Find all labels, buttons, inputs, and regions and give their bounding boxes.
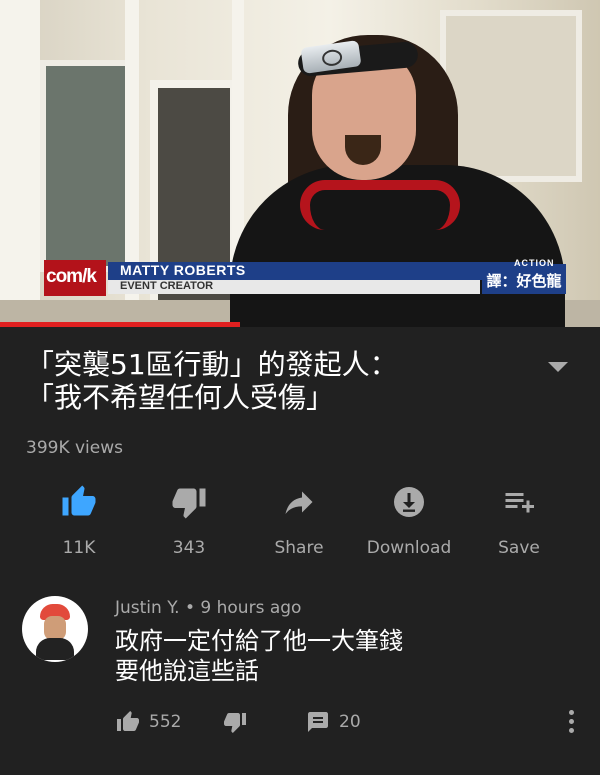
lower-third-brand: ACTION [514,258,555,268]
avatar[interactable] [22,596,88,662]
dislike-button[interactable]: 343 [134,478,244,558]
translator-credit: 譯：好色龍 [482,264,566,294]
thumbs-down-icon [172,488,206,519]
comment-bubble-icon [308,712,328,732]
comment-author[interactable]: Justin Y. [115,598,180,618]
add-to-playlist-icon [505,493,534,513]
window [40,60,132,272]
more-options-icon[interactable] [566,710,576,736]
share-arrow-icon [285,491,313,514]
meta-separator: • [184,598,195,618]
reply-count: 20 [339,712,361,732]
avatar-body [36,638,74,660]
dislike-count: 343 [172,538,206,558]
avatar-face [44,616,66,640]
share-label: Share [274,538,324,558]
download-icon [394,487,424,517]
window [440,10,582,182]
thumbs-up-icon [117,711,139,731]
like-count: 11K [62,538,96,558]
video-player[interactable]: com/k MATTY ROBERTS EVENT CREATOR 譯：好色龍 … [0,0,600,327]
thumbs-down-icon [224,713,246,733]
comment-like-count: 552 [149,712,182,732]
reply-button[interactable]: 20 [305,708,361,736]
comment-time: 9 hours ago [200,598,302,618]
download-button[interactable]: Download [354,478,464,558]
download-label: Download [366,538,452,558]
thumbs-up-icon [62,485,96,516]
comment-dislike-button[interactable] [222,708,248,736]
view-count: 399K views [26,438,124,458]
comment-like-button[interactable]: 552 [115,708,181,736]
like-button[interactable]: 11K [24,478,134,558]
person-collar [300,180,460,230]
save-label: Save [498,538,540,558]
share-button[interactable]: Share [244,478,354,558]
comment-text: 政府一定付給了他一大筆錢 要他說這些話 [115,627,403,685]
save-button[interactable]: Save [464,478,574,558]
lower-third-title: EVENT CREATOR [108,280,480,294]
expand-description-chevron-icon[interactable] [548,362,568,372]
video-progress-bar[interactable] [0,322,240,327]
video-title: 「突襲51區行動」的發起人： 「我不希望任何人受傷」 [26,348,398,414]
wall-column [0,0,40,310]
lower-third-site: com/k [44,260,106,296]
comment-meta: Justin Y. • 9 hours ago [115,598,301,618]
